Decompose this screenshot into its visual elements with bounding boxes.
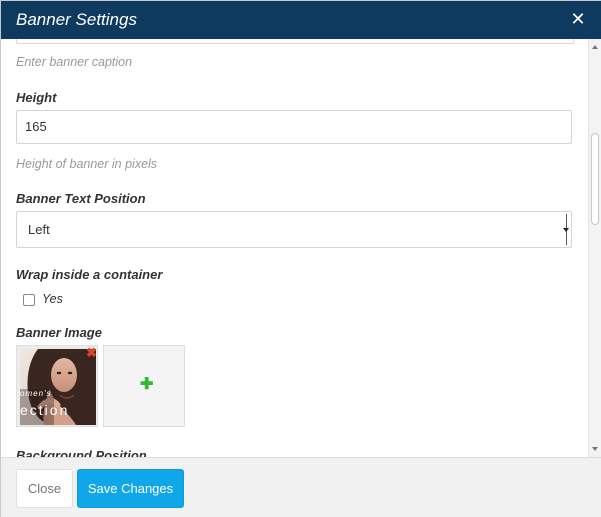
modal-title: Banner Settings xyxy=(16,10,137,29)
banner-settings-modal: Banner Settings ✕ Enter banner caption H… xyxy=(0,0,601,517)
save-changes-button[interactable]: Save Changes xyxy=(77,469,184,508)
modal-body[interactable]: Enter banner caption Height 165 Height o… xyxy=(1,39,601,457)
caption-help-text: Enter banner caption xyxy=(16,55,133,69)
modal-header: Banner Settings ✕ xyxy=(1,1,601,39)
height-input[interactable]: 165 xyxy=(16,110,572,144)
close-icon[interactable]: ✕ xyxy=(569,10,587,28)
wrap-container-checkbox[interactable] xyxy=(23,294,35,306)
chevron-down-icon xyxy=(563,228,569,232)
thumb-caption-line1: omen's xyxy=(20,389,52,398)
scroll-down-icon[interactable] xyxy=(592,447,598,451)
banner-image-label: Banner Image xyxy=(16,325,102,340)
height-label: Height xyxy=(16,90,57,105)
banner-image-thumbnail[interactable]: omen's ection ✖ xyxy=(16,345,98,427)
text-position-selected-value: Left xyxy=(28,222,50,237)
banner-image-photo: omen's ection xyxy=(20,349,96,425)
wrap-container-label: Wrap inside a container xyxy=(16,267,163,282)
remove-image-icon[interactable]: ✖ xyxy=(85,346,98,359)
add-image-button[interactable]: ✚ xyxy=(103,345,185,427)
background-position-label: Background Position xyxy=(16,448,147,457)
modal-scrollbar[interactable] xyxy=(588,39,601,457)
height-help-text: Height of banner in pixels xyxy=(16,157,158,171)
scrollbar-thumb[interactable] xyxy=(591,133,599,225)
text-position-select[interactable]: Left xyxy=(16,211,572,248)
thumb-caption-line2: ection xyxy=(20,402,70,418)
add-image-icon: ✚ xyxy=(140,376,154,393)
close-button[interactable]: Close xyxy=(16,469,73,508)
modal-footer: Close Save Changes xyxy=(1,457,601,517)
scroll-up-icon[interactable] xyxy=(592,45,598,49)
text-position-label: Banner Text Position xyxy=(16,191,146,206)
caption-input[interactable] xyxy=(16,39,574,44)
wrap-container-checkbox-label[interactable]: Yes xyxy=(42,292,63,306)
